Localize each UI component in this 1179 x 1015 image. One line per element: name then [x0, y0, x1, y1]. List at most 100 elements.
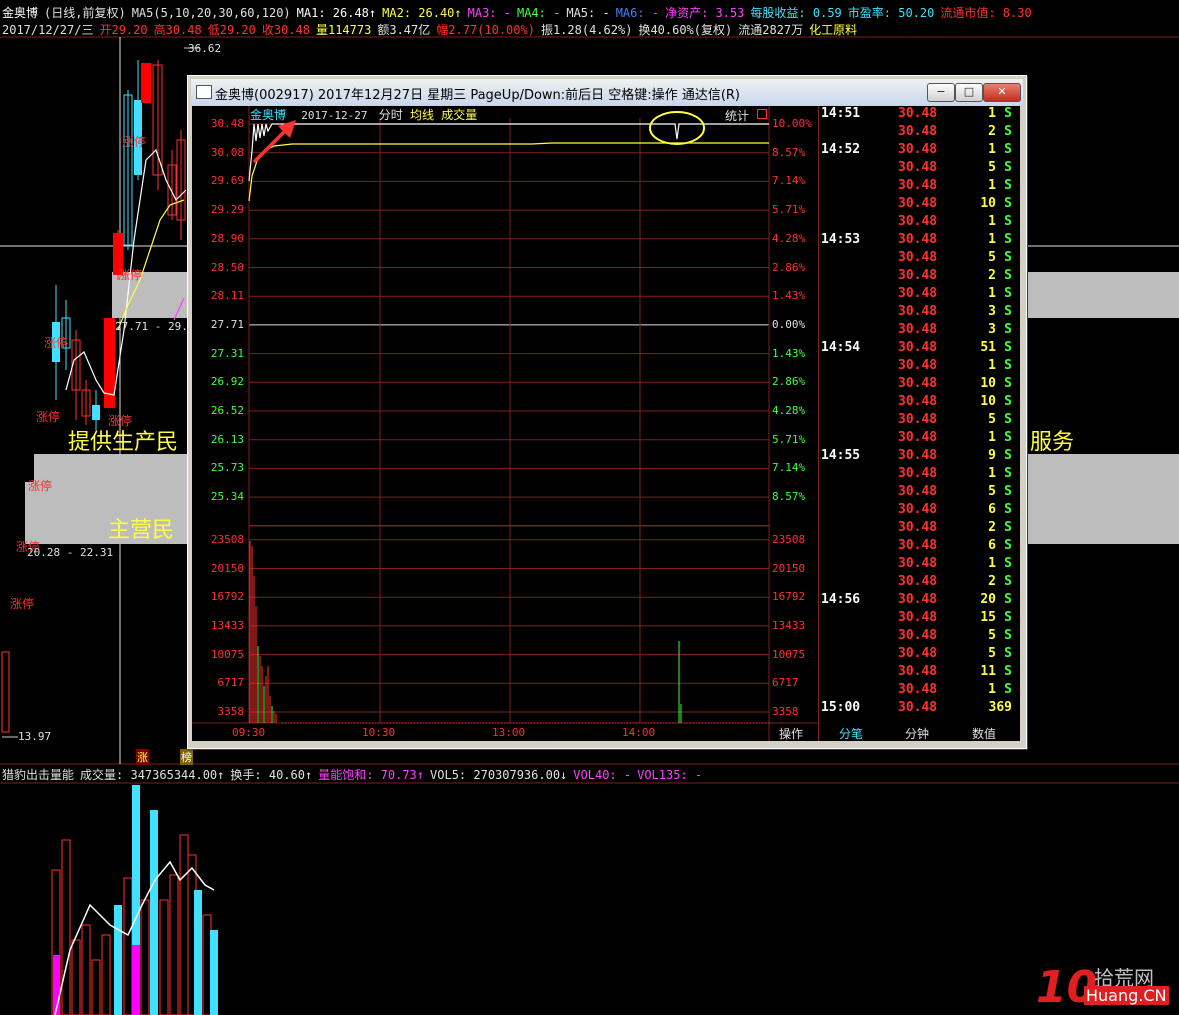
trade-price: 30.48 — [898, 682, 938, 697]
stats-button[interactable]: 统计 — [725, 107, 749, 124]
pct-axis-label: 1.43% — [772, 346, 806, 360]
candle — [92, 405, 100, 420]
overlay-text: 服务 — [1030, 430, 1075, 455]
price-axis-label: 29.69 — [210, 174, 244, 188]
trade-volume: 1 — [988, 682, 996, 697]
price-axis-label: 26.13 — [210, 432, 244, 446]
trade-side: S — [1004, 340, 1012, 355]
price-axis-label: 30.08 — [210, 145, 244, 159]
tab-value[interactable]: 数值 — [951, 725, 1017, 742]
trade-row: 30.48 2 S — [818, 520, 1020, 538]
expand-icon[interactable] — [757, 109, 767, 119]
volume-header-item: 量能饱和: 70.73↑ — [318, 768, 425, 782]
price-axis-label: 26.92 — [210, 375, 244, 389]
trade-side: S — [1004, 268, 1012, 283]
range-label: 27.71 - 29.2 — [115, 320, 195, 333]
trade-time: 14:52 — [821, 142, 861, 157]
app-icon — [196, 85, 212, 99]
low-marker: 13.97 — [18, 730, 52, 743]
trade-row: 15:00 30.48 369 — [818, 700, 1020, 718]
tab-minute[interactable]: 分钟 — [884, 725, 950, 742]
volume-axis-label: 20150 — [772, 561, 806, 575]
trade-price: 30.48 — [898, 646, 938, 661]
trade-volume: 1 — [988, 358, 996, 373]
close-button[interactable]: ✕ — [983, 83, 1021, 102]
trade-row: 30.48 5 S — [818, 160, 1020, 178]
trade-price: 30.48 — [898, 376, 938, 391]
trade-row: 30.48 6 S — [818, 502, 1020, 520]
trade-volume: 2 — [988, 574, 996, 589]
trade-price: 30.48 — [898, 286, 938, 301]
trade-price: 30.48 — [898, 142, 938, 157]
intraday-chart — [192, 106, 818, 741]
volume-axis-label: 13433 — [772, 618, 806, 632]
pct-axis-label: 7.14% — [772, 461, 806, 475]
trade-side: S — [1004, 250, 1012, 265]
price-axis-label: 30.48 — [210, 117, 244, 130]
maximize-button[interactable]: □ — [955, 83, 983, 102]
trade-volume: 5 — [988, 250, 996, 265]
trade-side: S — [1004, 664, 1012, 679]
volume-header-item: 成交量: 347365344.00↑ — [80, 768, 225, 782]
trade-volume: 10 — [980, 376, 996, 391]
price-axis-label: 25.34 — [210, 490, 244, 504]
trade-row: 30.48 10 S — [818, 196, 1020, 214]
price-axis-label: 28.11 — [210, 289, 244, 303]
trade-row: 30.48 5 S — [818, 646, 1020, 664]
trade-row: 14:55 30.48 9 S — [818, 448, 1020, 466]
minimize-button[interactable]: − — [927, 83, 955, 102]
window-titlebar[interactable]: 金奥博(002917) 2017年12月27日 星期三 PageUp/Down:… — [191, 79, 1023, 105]
price-axis-label: 27.71 — [210, 317, 244, 331]
volume-axis-label: 16792 — [210, 590, 244, 604]
trade-row: 14:53 30.48 1 S — [818, 232, 1020, 250]
pct-axis-label: 0.00% — [772, 317, 806, 331]
trade-row: 30.48 5 S — [818, 628, 1020, 646]
limit-up-label: 涨停 — [122, 135, 147, 149]
operate-button[interactable]: 操作 — [779, 725, 803, 742]
trade-volume: 2 — [988, 124, 996, 139]
trade-side: S — [1004, 448, 1012, 463]
volume-header-item: 换手: 40.60↑ — [230, 768, 313, 782]
trade-volume: 369 — [988, 700, 1012, 715]
pct-axis-label: 2.86% — [772, 375, 806, 389]
trade-side: S — [1004, 646, 1012, 661]
trade-side: S — [1004, 574, 1012, 589]
tab-tick[interactable]: 分笔 — [818, 725, 884, 742]
trade-price: 30.48 — [898, 160, 938, 175]
trade-side: S — [1004, 538, 1012, 553]
trade-volume: 1 — [988, 286, 996, 301]
time-axis-label: 14:00 — [622, 726, 656, 739]
pct-axis-label: 10.00% — [772, 117, 812, 130]
trade-volume: 5 — [988, 412, 996, 427]
trade-volume: 5 — [988, 484, 996, 499]
trade-side: S — [1004, 466, 1012, 481]
bang-marker: 榜 — [180, 749, 193, 765]
volume-axis-label: 3358 — [217, 705, 245, 718]
trade-price: 30.48 — [898, 484, 938, 499]
range-label: 20.28 - 22.31 — [27, 546, 114, 559]
trade-price: 30.48 — [898, 322, 938, 337]
trade-price: 30.48 — [898, 124, 938, 139]
trade-side: S — [1004, 304, 1012, 319]
intraday-window[interactable]: 金奥博(002917) 2017年12月27日 星期三 PageUp/Down:… — [187, 75, 1027, 749]
trade-side: S — [1004, 628, 1012, 643]
trade-row: 30.48 1 S — [818, 430, 1020, 448]
trade-row: 30.48 11 S — [818, 664, 1020, 682]
trade-side: S — [1004, 484, 1012, 499]
trade-price: 30.48 — [898, 250, 938, 265]
time-axis-label: 13:00 — [492, 726, 526, 739]
trade-row: 30.48 2 S — [818, 268, 1020, 286]
volume-axis-label: 3358 — [772, 705, 799, 718]
trade-row: 14:51 30.48 1 S — [818, 106, 1020, 124]
trade-price: 30.48 — [898, 178, 938, 193]
trade-volume: 11 — [980, 664, 996, 679]
candle — [1, 651, 10, 733]
chart-date: 2017-12-27 — [301, 109, 368, 122]
trade-time: 14:56 — [821, 592, 861, 607]
pct-axis-label: 4.28% — [772, 404, 806, 417]
trade-volume: 51 — [980, 340, 996, 355]
trade-price: 30.48 — [898, 268, 938, 283]
volume-axis-label: 6717 — [772, 676, 799, 690]
intraday-panel: 金奥博 2017-12-27 分时 均线 成交量 统计 30.48 30.08 29… — [192, 106, 1020, 741]
trade-time: 14:55 — [821, 448, 861, 463]
